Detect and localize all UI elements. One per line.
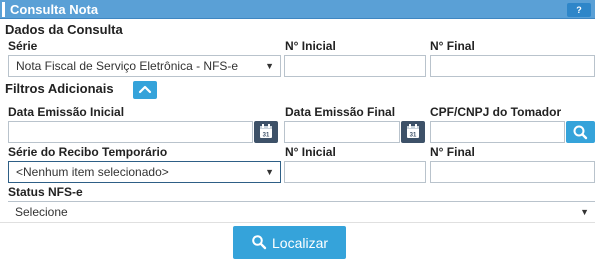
numero-inicial-label: N° Inicial xyxy=(285,39,336,53)
numero-inicial-input[interactable] xyxy=(284,55,426,77)
serie-recibo-select-value: <Nenhum item selecionado> xyxy=(16,165,169,179)
window-title-bar: Consulta Nota ? xyxy=(0,0,595,19)
caret-down-icon: ▼ xyxy=(580,207,589,217)
calendar-button-inicial[interactable]: 31 xyxy=(254,121,278,143)
page-title: Consulta Nota xyxy=(10,2,99,17)
serie-label: Série xyxy=(8,39,38,53)
localizar-button-label: Localizar xyxy=(272,235,329,251)
chevron-up-icon xyxy=(138,85,152,94)
localizar-button[interactable]: Localizar xyxy=(233,226,346,259)
data-emissao-final-label: Data Emissão Final xyxy=(285,105,396,119)
title-accent-bar xyxy=(2,2,5,17)
search-icon xyxy=(252,235,267,250)
numero-final-input[interactable] xyxy=(430,55,595,77)
calendar-icon: 31 xyxy=(260,124,272,139)
collapse-filters-button[interactable] xyxy=(133,81,157,99)
help-button[interactable]: ? xyxy=(567,3,591,17)
serie-select[interactable]: Nota Fiscal de Serviço Eletrônica - NFS-… xyxy=(8,55,281,77)
search-tomador-button[interactable] xyxy=(566,121,595,143)
cpf-cnpj-input[interactable] xyxy=(430,121,565,143)
caret-down-icon: ▼ xyxy=(265,167,274,177)
calendar-button-final[interactable]: 31 xyxy=(401,121,425,143)
section-title-filtros-adicionais: Filtros Adicionais xyxy=(5,81,114,96)
data-emissao-final-input[interactable] xyxy=(284,121,400,143)
caret-down-icon: ▼ xyxy=(265,61,274,71)
data-emissao-inicial-label: Data Emissão Inicial xyxy=(8,105,125,119)
serie-select-value: Nota Fiscal de Serviço Eletrônica - NFS-… xyxy=(16,59,239,73)
serie-recibo-select[interactable]: <Nenhum item selecionado> ▼ xyxy=(8,161,281,183)
calendar-day-text: 31 xyxy=(263,133,270,139)
status-nfse-select[interactable]: Selecione ▼ xyxy=(8,201,595,223)
serie-recibo-label: Série do Recibo Temporário xyxy=(8,145,168,159)
status-nfse-select-value: Selecione xyxy=(15,205,68,219)
recibo-numero-final-input[interactable] xyxy=(430,161,595,183)
search-icon xyxy=(573,125,588,140)
numero-final-label: N° Final xyxy=(430,39,475,53)
recibo-numero-final-label: N° Final xyxy=(430,145,475,159)
calendar-icon: 31 xyxy=(407,124,419,139)
form-divider xyxy=(0,222,595,223)
section-title-dados-consulta: Dados da Consulta xyxy=(5,22,123,37)
calendar-day-text: 31 xyxy=(410,133,417,139)
data-emissao-inicial-input[interactable] xyxy=(8,121,253,143)
recibo-numero-inicial-input[interactable] xyxy=(284,161,426,183)
status-nfse-label: Status NFS-e xyxy=(8,185,83,199)
cpf-cnpj-label: CPF/CNPJ do Tomador xyxy=(430,105,562,119)
recibo-numero-inicial-label: N° Inicial xyxy=(285,145,336,159)
